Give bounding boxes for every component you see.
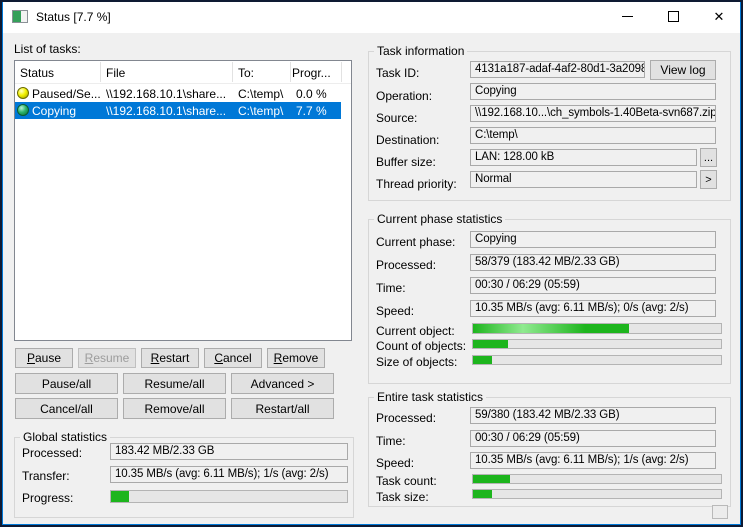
task-count-label: Task count: (376, 474, 437, 488)
column-separator[interactable] (341, 62, 342, 82)
global-processed-label: Processed: (22, 446, 83, 460)
maximize-icon (667, 10, 679, 22)
resize-grip[interactable] (712, 505, 728, 519)
thread-priority-label: Thread priority: (376, 177, 457, 191)
status-window: Status [7.7 %] ✕ List of tasks: Status F… (0, 0, 743, 527)
current-object-label: Current object: (376, 324, 455, 338)
column-separator[interactable] (290, 62, 291, 82)
current-phase-label: Current phase: (376, 235, 456, 249)
cell-progress: 7.7 % (296, 104, 327, 118)
restart-all-button[interactable]: Restart/all (231, 398, 334, 419)
size-of-objects-bar (472, 355, 722, 365)
header-divider (15, 83, 351, 84)
global-processed-value: 183.42 MB/2.33 GB (110, 443, 348, 460)
count-of-objects-bar (472, 339, 722, 349)
resume-all-button[interactable]: Resume/all (123, 373, 226, 394)
phase-processed-value: 58/379 (183.42 MB/2.33 GB) (470, 254, 716, 271)
task-list-label: List of tasks: (14, 42, 81, 56)
cell-status: Copying (32, 104, 77, 118)
close-icon: ✕ (713, 8, 725, 24)
column-separator[interactable] (232, 62, 233, 82)
global-progress-bar (110, 490, 348, 503)
thread-priority-value: Normal (470, 171, 697, 188)
current-phase-value: Copying (470, 231, 716, 248)
task-size-bar (472, 489, 722, 499)
current-object-bar (472, 323, 722, 334)
column-header-to[interactable]: To: (238, 66, 254, 80)
cell-file: \\192.168.10.1\share... (106, 104, 227, 118)
task-speed-value: 10.35 MB/s (avg: 6.11 MB/s); 1/s (avg: 2… (470, 452, 716, 469)
advanced-button[interactable]: Advanced > (231, 373, 334, 394)
task-id-value: 4131a187-adaf-4af2-80d1-3a20989 (470, 61, 645, 78)
cell-to: C:\temp\ (238, 87, 284, 101)
restart-button[interactable]: Restart (141, 348, 199, 368)
cancel-all-button[interactable]: Cancel/all (15, 398, 118, 419)
remove-all-button[interactable]: Remove/all (123, 398, 226, 419)
operation-label: Operation: (376, 89, 433, 103)
buffer-size-value: LAN: 128.00 kB (470, 149, 697, 166)
global-progress-label: Progress: (22, 491, 74, 505)
task-information-title: Task information (374, 44, 468, 58)
table-row-paused[interactable]: Paused/Se... \\192.168.10.1\share... C:\… (15, 85, 341, 102)
cell-status: Paused/Se... (32, 87, 101, 101)
count-of-objects-label: Count of objects: (376, 339, 467, 353)
buffer-size-label: Buffer size: (376, 155, 436, 169)
destination-label: Destination: (376, 133, 440, 147)
cell-to: C:\temp\ (238, 104, 284, 118)
operation-value: Copying (470, 83, 716, 100)
task-id-label: Task ID: (376, 66, 420, 80)
table-row-copying-selected[interactable]: Copying \\192.168.10.1\share... C:\temp\… (15, 102, 341, 119)
phase-speed-value: 10.35 MB/s (avg: 6.11 MB/s); 0/s (avg: 2… (470, 300, 716, 317)
source-label: Source: (376, 111, 418, 125)
phase-processed-label: Processed: (376, 258, 437, 272)
view-log-button[interactable]: View log (650, 60, 716, 80)
phase-time-value: 00:30 / 06:29 (05:59) (470, 277, 716, 294)
destination-value: C:\temp\ (470, 127, 716, 144)
current-phase-title: Current phase statistics (374, 212, 506, 226)
phase-time-label: Time: (376, 281, 406, 295)
close-button[interactable]: ✕ (696, 1, 742, 31)
task-processed-value: 59/380 (183.42 MB/2.33 GB) (470, 407, 716, 424)
task-size-label: Task size: (376, 490, 429, 504)
task-time-value: 00:30 / 06:29 (05:59) (470, 430, 716, 447)
pause-all-button[interactable]: Pause/all (15, 373, 118, 394)
cell-progress: 0.0 % (296, 87, 327, 101)
global-transfer-label: Transfer: (22, 469, 70, 483)
column-header-progress[interactable]: Progr... (292, 66, 331, 80)
task-speed-label: Speed: (376, 456, 415, 470)
minimize-icon (621, 15, 633, 17)
column-header-file[interactable]: File (106, 66, 125, 80)
resume-button[interactable]: Resume (78, 348, 136, 368)
pause-button[interactable]: Pause (15, 348, 73, 368)
minimize-button[interactable] (604, 1, 650, 31)
task-count-bar (472, 474, 722, 484)
size-of-objects-label: Size of objects: (376, 355, 458, 369)
maximize-button[interactable] (650, 1, 696, 31)
remove-button[interactable]: Remove (267, 348, 325, 368)
copying-status-icon (17, 104, 29, 116)
window-title: Status [7.7 %] (36, 10, 111, 24)
cell-file: \\192.168.10.1\share... (106, 87, 227, 101)
global-statistics-title: Global statistics (20, 430, 111, 444)
column-separator[interactable] (100, 62, 101, 82)
source-value: \\192.168.10...\ch_symbols-1.40Beta-svn6… (470, 105, 716, 122)
global-transfer-value: 10.35 MB/s (avg: 6.11 MB/s); 1/s (avg: 2… (110, 466, 348, 483)
entire-task-title: Entire task statistics (374, 390, 487, 404)
column-header-status[interactable]: Status (20, 66, 54, 80)
cancel-button[interactable]: Cancel (204, 348, 262, 368)
phase-speed-label: Speed: (376, 304, 415, 318)
app-icon (12, 10, 28, 23)
paused-status-icon (17, 87, 29, 99)
task-processed-label: Processed: (376, 411, 437, 425)
task-time-label: Time: (376, 434, 406, 448)
buffer-size-more-button[interactable]: ... (700, 148, 717, 167)
thread-priority-more-button[interactable]: > (700, 170, 717, 189)
